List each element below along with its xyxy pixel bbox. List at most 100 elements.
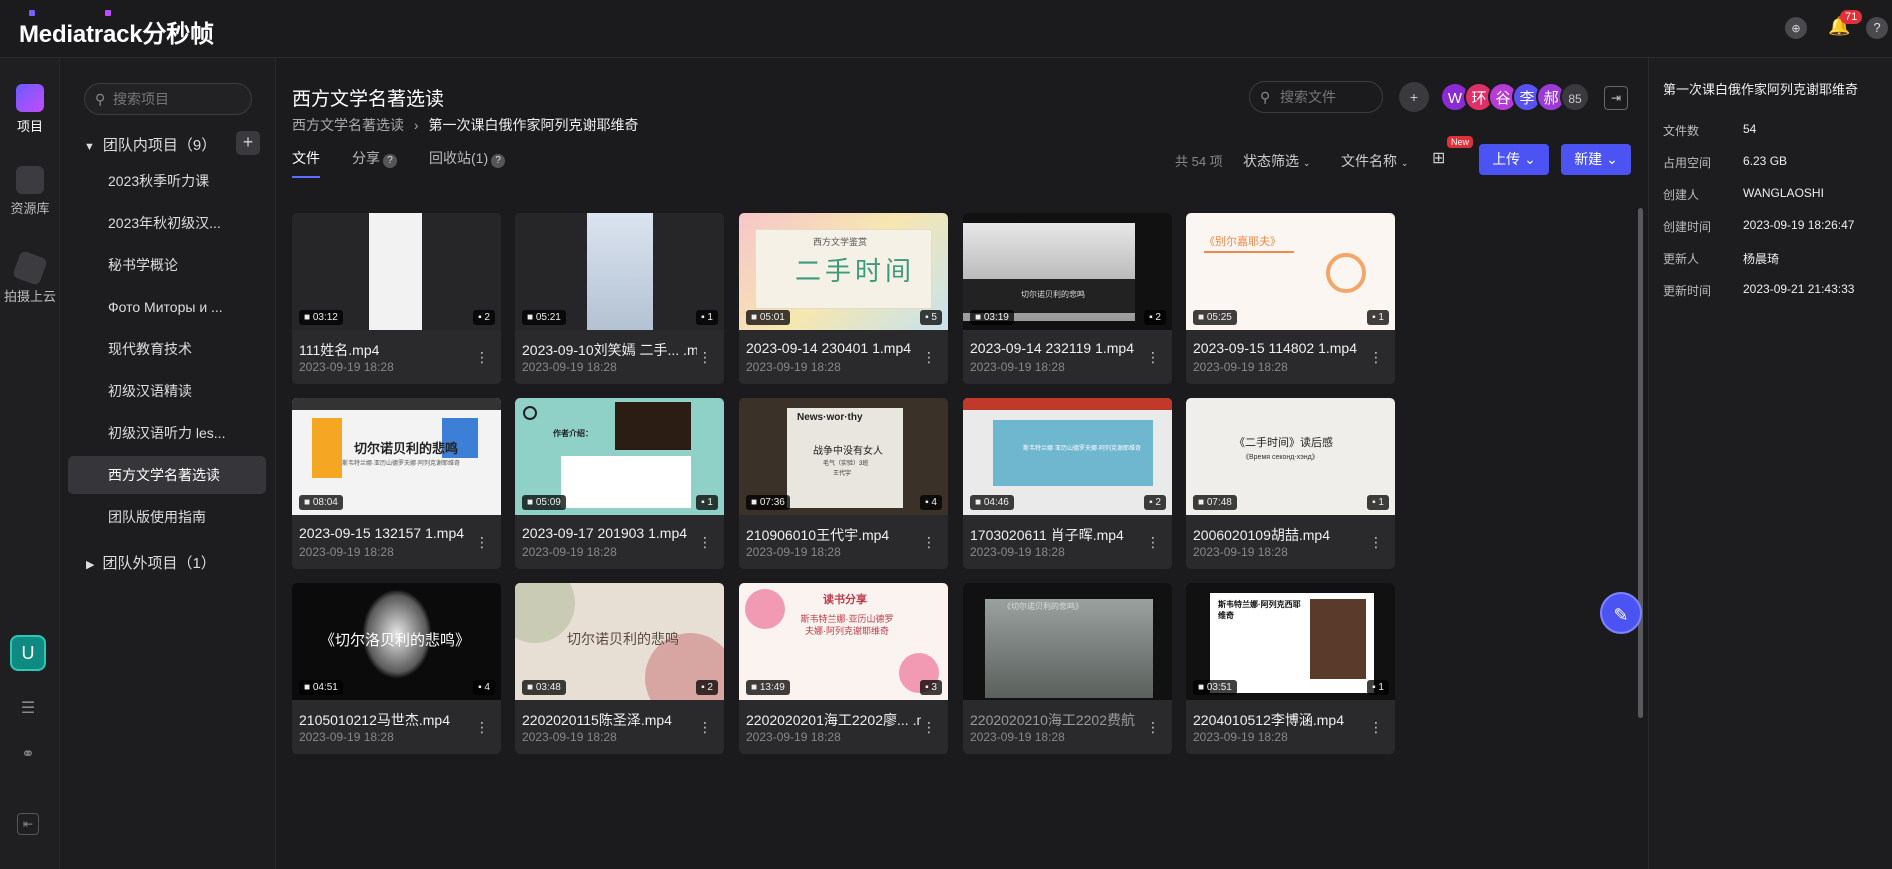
logo-dot bbox=[29, 10, 35, 16]
file-date: 2023-09-19 18:28 bbox=[299, 545, 394, 559]
thumb-slide bbox=[993, 420, 1153, 486]
sort-name-dropdown[interactable]: 文件名称 ⌄ bbox=[1341, 151, 1408, 171]
notification-bell-icon[interactable]: 🔔 71 bbox=[1828, 10, 1863, 40]
file-card[interactable]: 《别尔嘉耶夫》 ■ 05:25 ▪ 1 2023-09-15 114802 1.… bbox=[1186, 213, 1395, 384]
more-options-icon[interactable]: ⋮ bbox=[1369, 349, 1383, 366]
logo-text: Mediatrack分秒帧 bbox=[19, 21, 214, 48]
file-date: 2023-09-19 18:28 bbox=[299, 730, 394, 744]
feedback-icon[interactable]: ✎ bbox=[1600, 592, 1642, 634]
thumb-block bbox=[312, 418, 342, 478]
file-card[interactable]: 切尔诺贝利的悲鸣 ■ 03:19 ▪ 2 2023-09-14 232119 1… bbox=[963, 213, 1172, 384]
breadcrumb-root[interactable]: 西方文学名著选读 bbox=[292, 117, 404, 133]
more-options-icon[interactable]: ⋮ bbox=[922, 719, 936, 736]
file-card[interactable]: 斯韦特兰娜·阿列克西耶维奇 ■ 03:51 ▪ 1 2204010512李博涵.… bbox=[1186, 583, 1395, 754]
file-toolbar: 共 54 项 状态筛选 ⌄ 文件名称 ⌄ ⊞ New 上传 ⌄ 新建 ⌄ bbox=[277, 136, 1647, 176]
sidebar-project-item[interactable]: 2023秋季听力课 bbox=[68, 162, 266, 200]
more-options-icon[interactable]: ⋮ bbox=[1369, 719, 1383, 736]
more-options-icon[interactable]: ⋮ bbox=[698, 719, 712, 736]
sidebar-project-item[interactable]: 现代教育技术 bbox=[68, 330, 266, 368]
tasks-icon[interactable]: ☰ bbox=[17, 698, 39, 720]
more-options-icon[interactable]: ⋮ bbox=[698, 534, 712, 551]
link-icon[interactable]: ⚭ bbox=[17, 744, 39, 766]
rail-label: 资源库 bbox=[10, 201, 50, 216]
more-options-icon[interactable]: ⋮ bbox=[475, 349, 489, 366]
comment-count-badge: ▪ 1 bbox=[696, 310, 718, 325]
group-external[interactable]: ▶ 团队外项目（1） bbox=[86, 552, 216, 573]
app-logo[interactable]: Mediatrack分秒帧 bbox=[19, 10, 214, 49]
add-member-button[interactable]: + bbox=[1399, 82, 1429, 112]
status-filter-dropdown[interactable]: 状态筛选 ⌄ bbox=[1243, 151, 1310, 171]
more-options-icon[interactable]: ⋮ bbox=[475, 719, 489, 736]
more-options-icon[interactable]: ⋮ bbox=[1369, 534, 1383, 551]
collapse-rail-icon[interactable]: ⇤ bbox=[17, 813, 39, 835]
speed-icon[interactable]: ⊕ bbox=[1785, 17, 1807, 39]
file-card-processing[interactable]: 《切尔诺贝利的悲鸣》 2202020210海工2202费航 2023-09-19… bbox=[963, 583, 1172, 754]
video-thumbnail: ■ 03:12 ▪ 2 bbox=[292, 213, 501, 330]
file-card[interactable]: 作者介绍： ■ 05:09 ▪ 1 2023-09-17 201903 1.mp… bbox=[515, 398, 724, 569]
user-avatar[interactable]: U bbox=[10, 635, 46, 671]
more-options-icon[interactable]: ⋮ bbox=[1146, 719, 1160, 736]
upload-button[interactable]: 上传 ⌄ bbox=[1479, 144, 1549, 175]
thumb-slide bbox=[587, 213, 653, 330]
sidebar-project-item[interactable]: 团队版使用指南 bbox=[68, 498, 266, 536]
grid-view-icon[interactable]: ⊞ bbox=[1432, 148, 1454, 170]
comment-count-badge: ▪ 1 bbox=[1367, 310, 1389, 325]
project-sidebar: ⚲ 搜索项目 ▼ 团队内项目（9） + 2023秋季听力课 2023年秋初级汉..… bbox=[61, 58, 276, 869]
file-card[interactable]: 切尔诺贝利的悲鸣 斯韦特兰娜·亚历山德罗夫娜·阿列克谢耶维奇 ■ 08:04 2… bbox=[292, 398, 501, 569]
group-internal[interactable]: ▼ 团队内项目（9） bbox=[84, 134, 216, 155]
comment-count-badge: ▪ 4 bbox=[473, 680, 495, 695]
chevron-down-icon: ⌄ bbox=[1400, 158, 1409, 168]
search-icon: ⚲ bbox=[1260, 89, 1271, 105]
duration-badge: ■ 03:48 bbox=[522, 680, 566, 695]
more-options-icon[interactable]: ⋮ bbox=[1146, 534, 1160, 551]
file-card[interactable]: ■ 03:12 ▪ 2 111姓名.mp4 2023-09-19 18:28 ⋮ bbox=[292, 213, 501, 384]
more-options-icon[interactable]: ⋮ bbox=[1146, 349, 1160, 366]
file-card[interactable]: 《切尔洛贝利的悲鸣》 ■ 04:51 ▪ 4 2105010212马世杰.mp4… bbox=[292, 583, 501, 754]
breadcrumb-current: 第一次课白俄作家阿列克谢耶维奇 bbox=[428, 117, 639, 133]
create-button[interactable]: 新建 ⌄ bbox=[1561, 144, 1631, 175]
file-date: 2023-09-19 18:28 bbox=[1193, 545, 1288, 559]
file-card[interactable]: 读书分享 斯韦特兰娜·亚历山德罗夫娜·阿列克谢耶维奇 ■ 13:49 ▪ 3 2… bbox=[739, 583, 948, 754]
file-date: 2023-09-19 18:28 bbox=[970, 545, 1065, 559]
file-card[interactable]: 切尔诺贝利的悲鸣 ■ 03:48 ▪ 2 2202020115陈圣泽.mp4 2… bbox=[515, 583, 724, 754]
more-options-icon[interactable]: ⋮ bbox=[698, 349, 712, 366]
more-options-icon[interactable]: ⋮ bbox=[475, 534, 489, 551]
file-card[interactable]: 西方文学鉴赏 二手时间 ■ 05:01 ▪ 5 2023-09-14 23040… bbox=[739, 213, 948, 384]
rail-label: 拍摄上云 bbox=[3, 289, 56, 304]
sidebar-project-item[interactable]: 初级汉语听力 les... bbox=[68, 414, 266, 452]
info-value: 6.23 GB bbox=[1743, 154, 1788, 168]
file-card[interactable]: 《二手时间》读后感 《Время секонд-хэнд》 ■ 07:48 ▪ … bbox=[1186, 398, 1395, 569]
thumb-text: News·wor·thy bbox=[797, 412, 863, 423]
rail-item-camera-cloud[interactable]: 拍摄上云 bbox=[0, 250, 60, 305]
more-options-icon[interactable]: ⋮ bbox=[922, 349, 936, 366]
sidebar-project-item[interactable]: 初级汉语精读 bbox=[68, 372, 266, 410]
member-avatars[interactable]: W 环 谷 李 郝 85 bbox=[1440, 82, 1590, 112]
file-name: 111姓名.mp4 bbox=[299, 342, 380, 358]
filter-label: 状态筛选 bbox=[1243, 153, 1299, 169]
new-badge: New bbox=[1447, 136, 1474, 148]
more-options-icon[interactable]: ⋮ bbox=[922, 534, 936, 551]
thumb-shape bbox=[515, 583, 575, 643]
help-icon[interactable]: ? bbox=[1866, 17, 1888, 39]
thumb-text: 《Время секонд-хэнд》 bbox=[1242, 454, 1319, 461]
sidebar-project-item[interactable]: 秘书学概论 bbox=[68, 246, 266, 284]
video-thumbnail: 读书分享 斯韦特兰娜·亚历山德罗夫娜·阿列克谢耶维奇 ■ 13:49 ▪ 3 bbox=[739, 583, 948, 700]
info-value: 2023-09-21 21:43:33 bbox=[1743, 282, 1855, 296]
video-thumbnail: 《切尔诺贝利的悲鸣》 bbox=[963, 583, 1172, 700]
file-search-input[interactable]: ⚲ 搜索文件 bbox=[1249, 81, 1383, 113]
sidebar-project-item-active[interactable]: 西方文学名著选读 bbox=[68, 456, 266, 494]
file-card[interactable]: 斯韦特兰娜·亚历山德罗夫娜·阿列克谢耶维奇 ■ 04:46 ▪ 2 170302… bbox=[963, 398, 1172, 569]
thumb-text: 斯韦特兰娜·亚历山德罗夫娜·阿列克谢耶维奇 bbox=[800, 614, 894, 636]
thumb-text: 毛气（实验）3班 bbox=[823, 461, 869, 467]
sidebar-project-item[interactable]: Фото Миторы и ... bbox=[68, 288, 266, 326]
sidebar-project-item[interactable]: 2023年秋初级汉... bbox=[68, 204, 266, 242]
scrollbar[interactable] bbox=[1638, 208, 1643, 718]
toggle-info-panel-icon[interactable]: ⇥ bbox=[1604, 86, 1628, 110]
add-project-button[interactable]: + bbox=[236, 131, 260, 155]
project-search-input[interactable]: ⚲ 搜索项目 bbox=[84, 83, 252, 115]
rail-item-projects[interactable]: 项目 bbox=[0, 84, 60, 135]
rail-item-library[interactable]: 资源库 bbox=[0, 166, 60, 217]
filter-label: 文件名称 bbox=[1341, 153, 1397, 169]
file-card[interactable]: News·wor·thy 战争中没有女人 毛气（实验）3班 王代宇 ■ 07:3… bbox=[739, 398, 948, 569]
file-card[interactable]: ■ 05:21 ▪ 1 2023-09-10刘笑嫣 二手... .mp4 202… bbox=[515, 213, 724, 384]
